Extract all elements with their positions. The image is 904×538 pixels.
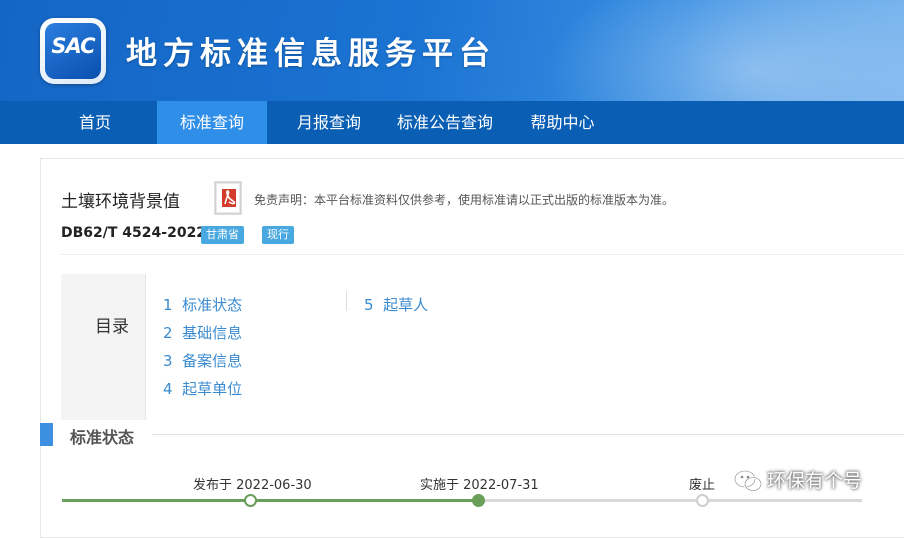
toc-column-separator — [346, 291, 347, 311]
watermark-text: 环保有个号 — [767, 470, 863, 492]
section-rule — [152, 434, 904, 435]
header-banner: SAC 地方标准信息服务平台 — [0, 0, 904, 101]
status-badge: 现行 — [262, 226, 294, 244]
toc-num: 2 — [163, 324, 173, 342]
nav-item-announcement-query[interactable]: 标准公告查询 — [390, 101, 500, 144]
wechat-icon — [733, 469, 763, 492]
toc-num: 5 — [364, 296, 374, 314]
main-nav: 首页 标准查询 月报查询 标准公告查询 帮助中心 — [0, 101, 904, 144]
header-divider — [61, 254, 904, 255]
nav-item-home[interactable]: 首页 — [55, 101, 135, 144]
timeline-progress — [62, 499, 480, 502]
toc-title: 目录 — [95, 317, 129, 337]
section-title-standard-status: 标准状态 — [70, 428, 135, 447]
toc-label: 基础信息 — [182, 324, 243, 342]
nav-item-standard-query[interactable]: 标准查询 — [157, 101, 267, 144]
toc-link-filing-info[interactable]: 3 备案信息 — [163, 350, 242, 371]
sac-logo[interactable]: SAC — [40, 18, 106, 84]
timeline-label-implemented: 实施于 2022-07-31 — [420, 478, 539, 493]
nav-item-monthly-report[interactable]: 月报查询 — [284, 101, 374, 144]
standard-code: DB62/T 4524-2022 — [61, 225, 207, 241]
toc-link-drafting-units[interactable]: 4 起草单位 — [163, 378, 242, 399]
pdf-icon[interactable] — [212, 179, 246, 217]
toc-label: 标准状态 — [182, 296, 243, 314]
toc-divider — [145, 274, 146, 420]
toc-panel — [61, 274, 145, 420]
toc-link-standard-status[interactable]: 1 标准状态 — [163, 294, 242, 315]
nav-item-help-center[interactable]: 帮助中心 — [520, 101, 605, 144]
logo-text: SAC — [51, 34, 95, 58]
disclaimer-text: 免责声明：本平台标准资料仅供参考，使用标准请以正式出版的标准版本为准。 — [254, 193, 675, 207]
toc-num: 1 — [163, 296, 173, 314]
banner-glow — [544, 0, 904, 101]
timeline-dot-implemented — [472, 494, 485, 507]
standard-name: 土壤环境背景值 — [61, 192, 180, 212]
toc-num: 3 — [163, 352, 173, 370]
site-title: 地方标准信息服务平台 — [126, 36, 496, 72]
section-marker — [40, 423, 53, 446]
timeline-dot-published — [244, 494, 257, 507]
timeline-dot-abolished — [696, 494, 709, 507]
toc-num: 4 — [163, 380, 173, 398]
timeline-label-abolished: 废止 — [689, 478, 716, 493]
toc-link-basic-info[interactable]: 2 基础信息 — [163, 322, 242, 343]
province-badge: 甘肃省 — [201, 226, 244, 244]
toc-label: 备案信息 — [182, 352, 243, 370]
toc-label: 起草单位 — [182, 380, 243, 398]
toc-link-drafters[interactable]: 5 起草人 — [364, 294, 428, 315]
toc-label: 起草人 — [383, 296, 429, 314]
timeline-label-published: 发布于 2022-06-30 — [193, 478, 312, 493]
